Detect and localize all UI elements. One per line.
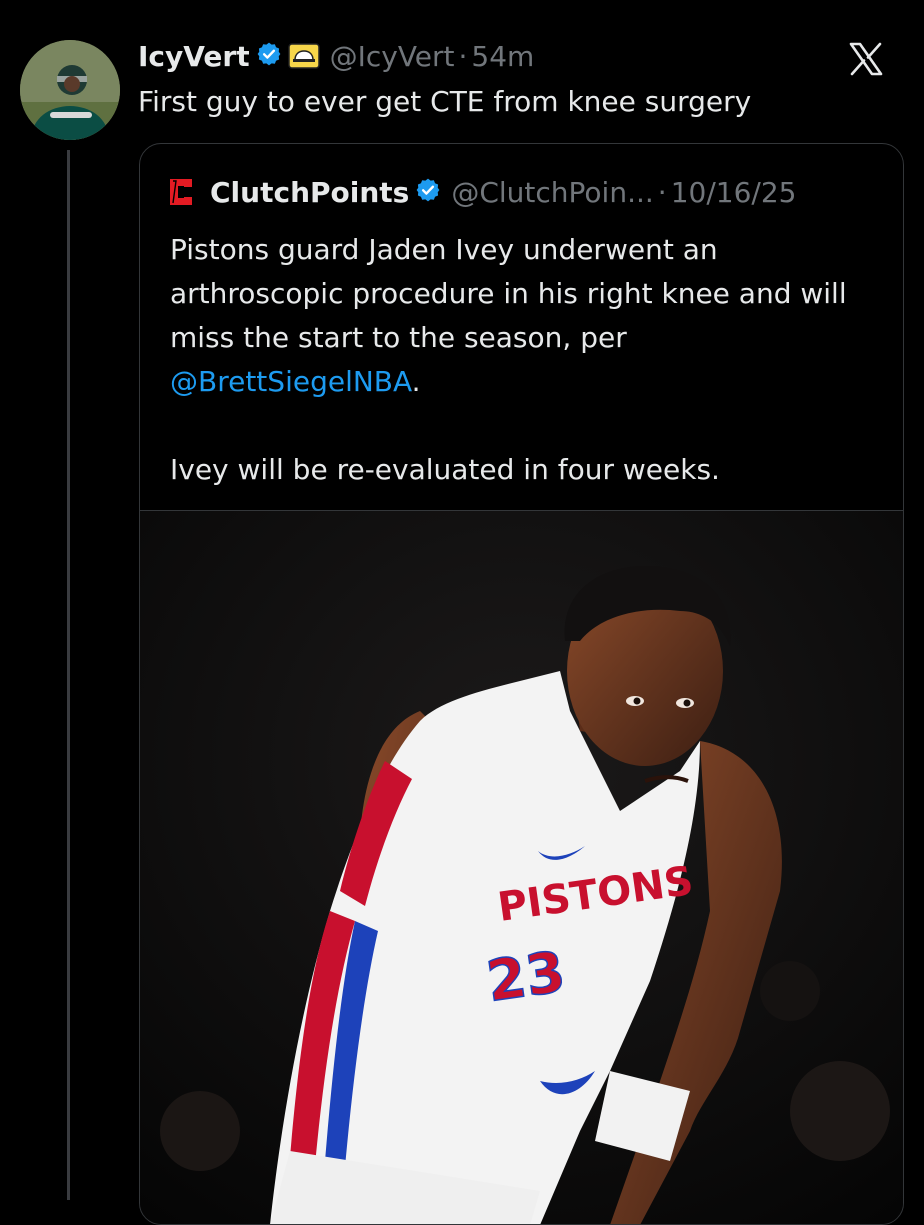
quoted-text-part1: Pistons guard Jaden Ivey underwent an ar…	[170, 233, 847, 354]
jersey-number-text: 23	[483, 940, 569, 1015]
x-logo-icon[interactable]	[848, 42, 884, 80]
quoted-author-handle[interactable]: @ClutchPoin...	[451, 176, 653, 209]
quoted-tweet-text: Pistons guard Jaden Ivey underwent an ar…	[170, 228, 880, 492]
quoted-text-period: .	[411, 365, 421, 398]
mention-link[interactable]: @BrettSiegelNBA	[170, 365, 412, 398]
thread-line	[67, 150, 70, 1200]
avatar-image	[20, 40, 120, 140]
post-time[interactable]: 54m	[471, 40, 534, 73]
quoted-paragraph-2: Ivey will be re-evaluated in four weeks.	[170, 453, 720, 486]
quoted-tweet-header: ClutchPoints @ClutchPoin... · 10/16/25	[168, 172, 796, 212]
quoted-tweet-card[interactable]: ClutchPoints @ClutchPoin... · 10/16/25 P…	[139, 143, 904, 1225]
author-name[interactable]: IcyVert	[138, 40, 250, 73]
affiliate-badge-icon[interactable]	[287, 43, 320, 69]
quoted-author-name[interactable]: ClutchPoints	[210, 176, 409, 209]
author-avatar[interactable]	[20, 40, 120, 140]
quoted-paragraph-1: Pistons guard Jaden Ivey underwent an ar…	[170, 228, 880, 404]
tweet-header: IcyVert @IcyVert · 54m	[138, 36, 534, 76]
author-handle[interactable]: @IcyVert	[330, 40, 455, 73]
quoted-verified-badge-icon	[415, 177, 441, 207]
clutchpoints-logo-icon	[168, 177, 194, 207]
tweet-text: First guy to ever get CTE from knee surg…	[138, 85, 752, 118]
player-photo: PISTONS 23	[140, 511, 903, 1224]
quoted-post-date[interactable]: 10/16/25	[671, 176, 797, 209]
verified-badge-icon	[256, 41, 282, 71]
quoted-tweet-photo[interactable]: PISTONS 23	[140, 510, 903, 1224]
quoted-separator-dot: ·	[657, 175, 667, 209]
separator-dot: ·	[458, 39, 468, 73]
